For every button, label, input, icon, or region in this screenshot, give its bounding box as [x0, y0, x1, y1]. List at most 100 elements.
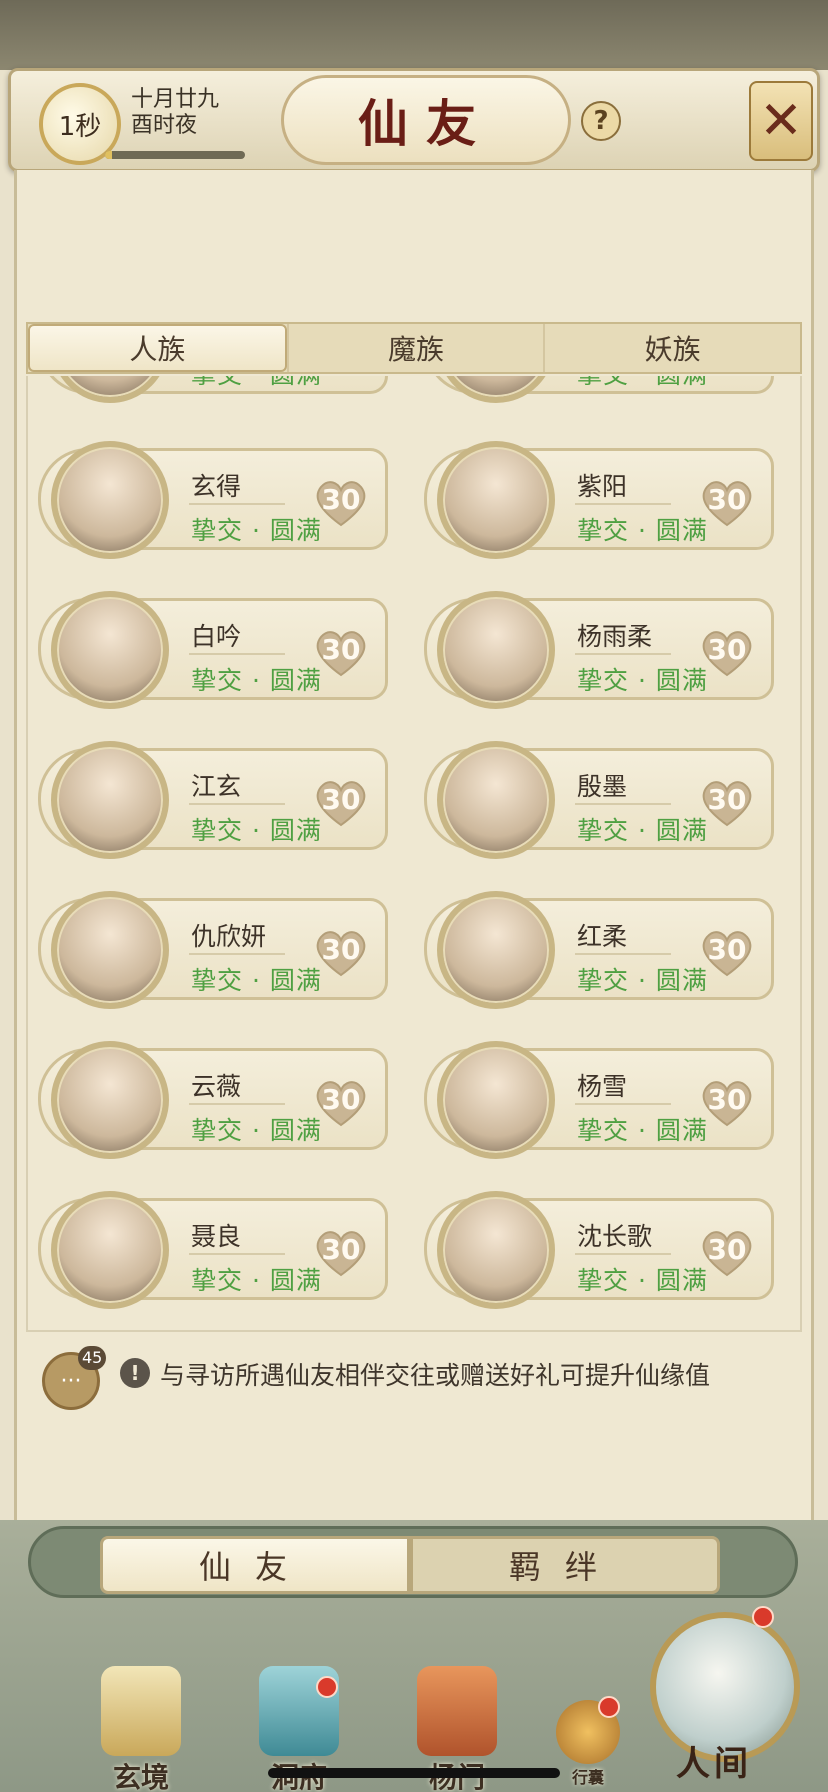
heart-icon: 30 — [311, 625, 371, 679]
avatar — [437, 891, 555, 1009]
friend-card[interactable]: 江玄挚交 · 圆满 30 — [38, 741, 388, 859]
tab-bonds[interactable]: 羁绊 — [410, 1536, 720, 1594]
divider — [189, 1103, 285, 1105]
friend-card[interactable]: 沈长歌挚交 · 圆满 30 — [424, 1191, 774, 1309]
notification-dot — [598, 1696, 620, 1718]
friend-card[interactable]: 红柔挚交 · 圆满 30 — [424, 891, 774, 1009]
avatar — [51, 741, 169, 859]
human-world-label: 人间 — [676, 1744, 752, 1784]
affinity-value: 30 — [707, 1083, 747, 1116]
avatar — [51, 441, 169, 559]
friend-card[interactable]: 仇欣妍挚交 · 圆满 30 — [38, 891, 388, 1009]
affinity-value: 30 — [707, 933, 747, 966]
date-line-2: 酉时夜 — [131, 113, 198, 138]
heart-icon: 30 — [311, 1225, 371, 1279]
race-tabs: 人族 魔族 妖族 — [26, 322, 802, 374]
friend-card[interactable]: 白吟挚交 · 圆满 30 — [38, 591, 388, 709]
divider — [575, 1253, 671, 1255]
avatar — [51, 1041, 169, 1159]
friend-status: 挚交 · 圆满 — [577, 816, 708, 845]
friend-name: 白吟 — [191, 622, 242, 651]
affinity-value: 30 — [321, 933, 361, 966]
friend-status: 挚交 · 圆满 — [577, 666, 708, 695]
divider — [575, 653, 671, 655]
avatar — [437, 1191, 555, 1309]
friend-name: 沈长歌 — [577, 1222, 653, 1251]
date-line-1: 十月廿九 — [131, 87, 220, 112]
avatar — [437, 441, 555, 559]
chat-count-badge: 45 — [78, 1346, 107, 1370]
affinity-value: 30 — [321, 1083, 361, 1116]
avatar — [51, 1191, 169, 1309]
friend-card[interactable]: 云薇 挚交 · 圆满 30 — [38, 1041, 388, 1159]
heart-icon: 30 — [311, 775, 371, 829]
friend-status: 挚交 · 圆满 — [191, 1266, 322, 1295]
time-progress-fill — [105, 151, 112, 159]
page-title: 仙友 — [281, 75, 571, 165]
heart-icon: 30 — [697, 1225, 757, 1279]
affinity-value: 30 — [321, 633, 361, 666]
divider — [575, 953, 671, 955]
avatar — [51, 376, 169, 403]
time-progress-bar — [105, 151, 245, 159]
friend-status: 挚交 · 圆满 — [191, 1116, 322, 1145]
avatar — [51, 591, 169, 709]
nav-label: 玄境 — [112, 1761, 169, 1792]
friend-status: 挚交 · 圆满 — [191, 516, 322, 545]
friend-card-partial[interactable]: 挚交 · 圆满 — [38, 376, 388, 403]
tab-human[interactable]: 人族 — [28, 324, 287, 372]
friend-card[interactable]: 杨雨柔 挚交 · 圆满 30 — [424, 591, 774, 709]
friend-name: 杨雪 — [577, 1072, 628, 1101]
friend-card[interactable]: 殷墨 挚交 · 圆满 30 — [424, 741, 774, 859]
friend-card[interactable]: 玄得 挚交 · 圆满 30 — [38, 441, 388, 559]
friend-name: 仇欣妍 — [191, 922, 267, 951]
friend-status: 挚交 · 圆满 — [577, 966, 708, 995]
friend-status: 挚交 · 圆满 — [191, 666, 322, 695]
tab-demon[interactable]: 魔族 — [286, 324, 544, 372]
divider — [575, 1103, 671, 1105]
heart-icon: 30 — [697, 775, 757, 829]
friend-list[interactable]: 挚交 · 圆满 挚交 · 圆满 玄得挚交 · 圆满30紫阳挚交 · 圆满30白吟… — [26, 376, 802, 1332]
friend-status: 挚交 · 圆满 — [191, 376, 322, 391]
friend-name: 红柔 — [577, 922, 628, 951]
nav-xuanjing[interactable]: 玄境 — [86, 1666, 196, 1792]
header-bar: 1秒 十月廿九 酉时夜 仙友 ? ✕ — [8, 68, 820, 172]
chat-icon: ··· — [60, 1368, 82, 1394]
top-scenery-band — [0, 0, 828, 70]
help-button[interactable]: ? — [581, 101, 621, 141]
friend-name: 玄得 — [191, 472, 242, 501]
avatar — [437, 376, 555, 403]
divider — [575, 803, 671, 805]
hint-text: 与寻访所遇仙友相伴交往或赠送好礼可提升仙缘值 — [160, 1361, 711, 1390]
scroll-icon — [101, 1666, 181, 1756]
divider — [189, 953, 285, 955]
friend-name: 聂良 — [191, 1222, 242, 1251]
heart-icon: 30 — [697, 1075, 757, 1129]
tab-yao[interactable]: 妖族 — [543, 324, 800, 372]
divider — [189, 503, 285, 505]
friend-card[interactable]: 聂良挚交 · 圆满 30 — [38, 1191, 388, 1309]
heart-icon: 30 — [311, 1075, 371, 1129]
friend-card-partial[interactable]: 挚交 · 圆满 — [424, 376, 774, 403]
friend-status: 挚交 · 圆满 — [577, 1266, 708, 1295]
home-indicator[interactable] — [268, 1768, 560, 1778]
heart-icon: 30 — [697, 475, 757, 529]
friend-name: 杨雨柔 — [577, 622, 653, 651]
friend-status: 挚交 · 圆满 — [191, 816, 322, 845]
avatar — [437, 591, 555, 709]
tab-friends[interactable]: 仙友 — [100, 1536, 410, 1594]
notification-dot — [316, 1676, 338, 1698]
avatar — [51, 891, 169, 1009]
heart-icon: 30 — [697, 925, 757, 979]
hint-row: ··· 45 ! 与寻访所遇仙友相伴交往或赠送好礼可提升仙缘值 — [42, 1346, 802, 1410]
avatar — [437, 1041, 555, 1159]
bottom-tabs: 仙友 羁绊 — [100, 1536, 720, 1594]
close-button[interactable]: ✕ — [749, 81, 813, 161]
friend-card[interactable]: 杨雪 挚交 · 圆满 30 — [424, 1041, 774, 1159]
notification-dot — [752, 1606, 774, 1628]
friend-status: 挚交 · 圆满 — [191, 966, 322, 995]
friend-name: 紫阳 — [577, 472, 628, 501]
nav-label: 行囊 — [571, 1768, 604, 1787]
friend-card[interactable]: 紫阳 挚交 · 圆满 30 — [424, 441, 774, 559]
friend-name: 江玄 — [191, 772, 242, 801]
